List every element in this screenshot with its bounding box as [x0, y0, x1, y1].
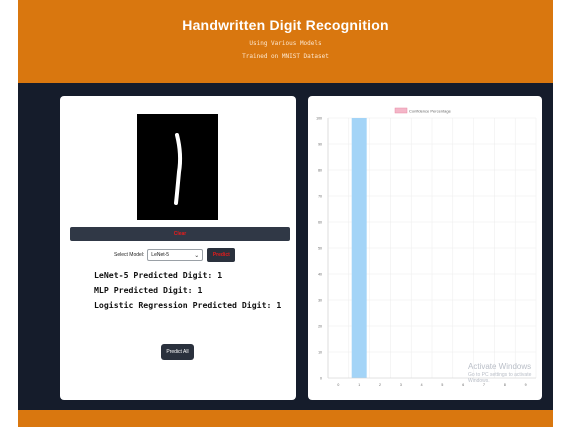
y-tick-label: 20 — [318, 325, 322, 329]
watermark-title: Activate Windows — [468, 362, 532, 371]
chart-panel: Confidence Percentage 0 10 20 30 40 50 60 70 80 90… — [308, 96, 542, 400]
result-logistic: Logistic Regression Predicted Digit: 1 — [94, 300, 282, 310]
x-tick-label: 2 — [379, 383, 381, 387]
y-tick-label: 90 — [318, 143, 322, 147]
model-select-row: Select Model: LeNet-5 ⌄ Predict — [114, 248, 236, 262]
x-tick-label: 1 — [358, 383, 360, 387]
result-lenet: LeNet-5 Predicted Digit: 1 — [94, 270, 223, 280]
x-tick-label: 6 — [462, 383, 464, 387]
prediction-results: LeNet-5 Predicted Digit: 1 MLP Predicted… — [94, 268, 281, 313]
page-title: Handwritten Digit Recognition — [182, 17, 389, 33]
chevron-down-icon: ⌄ — [194, 252, 200, 259]
predict-all-button[interactable]: Predict All — [161, 344, 194, 360]
y-tick-label: 0 — [320, 377, 322, 381]
legend-swatch — [394, 107, 408, 114]
watermark-subtitle: Go to PC settings to activate Windows. — [468, 372, 532, 384]
y-tick-label: 30 — [318, 299, 322, 303]
y-tick-label: 40 — [318, 273, 322, 277]
legend-label: Confidence Percentage — [409, 109, 452, 114]
drawing-canvas[interactable] — [137, 114, 218, 220]
y-tick-label: 70 — [318, 195, 322, 199]
activate-windows-watermark: Activate Windows Go to PC settings to ac… — [468, 362, 553, 384]
clear-button[interactable]: Clear — [70, 227, 290, 241]
page-subtitle-dataset: Trained on MNIST Dataset — [242, 53, 329, 60]
bar — [351, 118, 367, 378]
page-header: Handwritten Digit Recognition Using Vari… — [18, 0, 553, 83]
x-tick-label: 4 — [421, 383, 423, 387]
y-tick-label: 60 — [318, 221, 322, 225]
predict-button[interactable]: Predict — [207, 248, 236, 262]
x-tick-label: 5 — [441, 383, 443, 387]
y-tick-label: 50 — [318, 247, 322, 251]
y-tick-label: 100 — [316, 117, 322, 121]
confidence-chart: Confidence Percentage0102030405060708090… — [316, 107, 537, 387]
input-panel: Clear Select Model: LeNet-5 ⌄ Predict Le… — [60, 96, 296, 400]
page-footer — [18, 410, 553, 427]
select-model-label: Select Model: — [114, 252, 145, 258]
drawn-digit — [174, 133, 183, 205]
y-tick-label: 10 — [318, 351, 322, 355]
x-tick-label: 0 — [337, 383, 339, 387]
result-mlp: MLP Predicted Digit: 1 — [94, 285, 203, 295]
model-select-value: LeNet-5 — [151, 252, 170, 258]
model-select[interactable]: LeNet-5 ⌄ — [147, 249, 204, 261]
y-tick-label: 80 — [318, 169, 322, 173]
x-tick-label: 3 — [400, 383, 402, 387]
page-subtitle: Using Various Models — [249, 40, 322, 47]
app-window: Handwritten Digit Recognition Using Vari… — [18, 0, 553, 427]
